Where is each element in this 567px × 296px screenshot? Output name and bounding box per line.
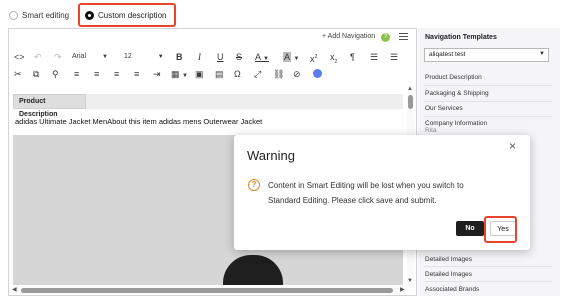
dialog-title: Warning xyxy=(247,148,295,163)
dialog-message-line-2: Standard Editing. Please click save and … xyxy=(268,196,437,205)
dialog-message-line-1: Content in Smart Editing will be lost wh… xyxy=(268,181,464,190)
no-button[interactable]: No xyxy=(456,221,484,236)
warning-icon: ? xyxy=(248,179,260,191)
close-icon[interactable]: × xyxy=(509,139,516,153)
yes-button-highlight xyxy=(484,216,517,243)
